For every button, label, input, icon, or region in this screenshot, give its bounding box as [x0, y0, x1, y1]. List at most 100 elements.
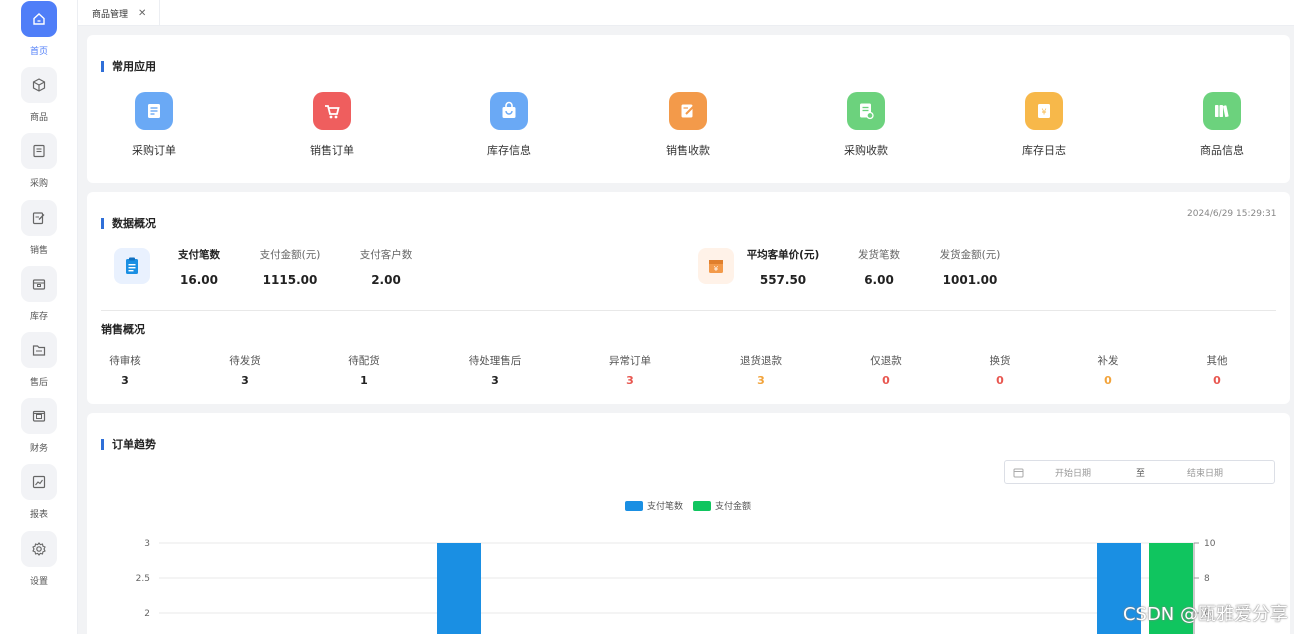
sidebar-item-label: 财务	[29, 444, 48, 455]
sidebar-item-label: 商品	[29, 113, 48, 124]
sales-stat-7[interactable]: 换货 0	[955, 353, 1045, 387]
calendar-icon	[1013, 468, 1024, 478]
books-icon	[1203, 92, 1241, 130]
overview-timestamp: 2024/6/29 15:29:31	[1187, 209, 1277, 219]
stat-left-2: 支付客户数 2.00	[326, 247, 446, 287]
sales-stat-1[interactable]: 待发货 3	[200, 353, 290, 387]
legend-swatch	[625, 501, 643, 511]
sales-title: 销售概况	[101, 323, 145, 336]
sidebar-item-7[interactable]: 报表	[0, 464, 78, 526]
sales-stat-5[interactable]: 退货退款 3	[716, 353, 806, 387]
y-left-tick-label: 2	[144, 609, 150, 619]
app-tile-6[interactable]: 商品信息	[1172, 92, 1272, 158]
sales-stat-value: 0	[1104, 374, 1112, 387]
tab-label: 商品管理	[92, 9, 129, 20]
app-tile-5[interactable]: ¥ 库存日志	[994, 92, 1094, 158]
legend-label: 支付笔数	[647, 500, 683, 512]
sales-stat-label: 补发	[1097, 355, 1119, 367]
close-icon[interactable]: ✕	[138, 8, 146, 19]
sales-stat-value: 3	[121, 374, 129, 387]
sales-stat-2[interactable]: 待配货 1	[319, 353, 409, 387]
sidebar-item-5[interactable]: 售后	[0, 332, 78, 394]
app-label: 销售收款	[666, 144, 710, 157]
sidebar-item-3[interactable]: 销售	[0, 199, 78, 262]
gear-icon	[21, 530, 57, 567]
app-tile-2[interactable]: 库存信息	[459, 92, 559, 158]
sidebar: 首页商品采购销售库存售后财务报表设置	[0, 0, 78, 634]
sidebar-item-label: 销售	[29, 245, 48, 256]
app-label: 采购收款	[844, 144, 888, 157]
sidebar-item-0[interactable]: 首页	[0, 1, 78, 63]
yen-log-icon: ¥	[1025, 92, 1063, 130]
purchase-order-icon	[135, 92, 173, 130]
sales-stat-0[interactable]: 待审核 3	[80, 353, 170, 387]
y-right-tick-label: 8	[1204, 574, 1210, 584]
sales-stat-4[interactable]: 异常订单 3	[585, 353, 675, 387]
sales-stat-value: 0	[996, 374, 1004, 387]
sales-stat-3[interactable]: 待处理售后 3	[450, 353, 540, 387]
sidebar-item-2[interactable]: 采购	[0, 133, 78, 195]
date-range-picker[interactable]: 开始日期 至 结束日期	[1004, 460, 1275, 484]
bar	[437, 543, 481, 634]
sales-stat-label: 待审核	[109, 355, 141, 367]
app-label: 库存日志	[1022, 144, 1066, 157]
app-tile-3[interactable]: 销售收款	[638, 92, 738, 158]
app-label: 商品信息	[1200, 144, 1244, 157]
app-tile-4[interactable]: 采购收款	[816, 92, 916, 158]
sales-stat-label: 换货	[989, 355, 1011, 367]
order-trend-chart: 支付笔数 支付金额32.521086	[136, 500, 1216, 634]
sales-stat-value: 3	[757, 374, 765, 387]
overview-divider	[101, 310, 1276, 311]
sales-stat-9[interactable]: 其他 0	[1172, 353, 1262, 387]
sales-stat-8[interactable]: 补发 0	[1063, 353, 1153, 387]
trend-title: 订单趋势	[101, 439, 156, 450]
receipt-icon	[847, 92, 885, 130]
sales-stat-value: 3	[626, 374, 634, 387]
stat-label: 支付客户数	[359, 249, 413, 261]
sidebar-item-label: 报表	[29, 510, 48, 521]
sales-stat-label: 异常订单	[609, 355, 651, 367]
stat-right-2: 发货金额(元) 1001.00	[910, 247, 1030, 287]
stat-value: 1001.00	[942, 273, 998, 287]
report-icon	[21, 464, 57, 501]
document-icon	[21, 133, 57, 170]
box-icon	[21, 265, 57, 302]
safe-icon	[21, 398, 57, 435]
common-apps-card: 常用应用 采购订单 销售订单 库存信息 销售收款 采购收款 ¥ 库存日志 商品信息	[87, 35, 1290, 183]
end-date-input[interactable]: 结束日期	[1187, 466, 1223, 479]
start-date-input[interactable]: 开始日期	[1055, 466, 1091, 479]
app-label: 销售订单	[310, 144, 354, 157]
app-label: 采购订单	[132, 144, 176, 157]
svg-text:¥: ¥	[1041, 108, 1046, 117]
edit-icon	[21, 199, 57, 236]
overview-card: 数据概况 2024/6/29 15:29:31 支付笔数 16.00 支付金额(元)…	[87, 192, 1290, 404]
sales-stat-6[interactable]: 仅退款 0	[841, 353, 931, 387]
sidebar-item-label: 库存	[29, 311, 48, 322]
sales-stat-label: 待发货	[229, 355, 261, 367]
sales-stat-value: 0	[882, 374, 890, 387]
pen-icon	[669, 92, 707, 130]
watermark: CSDN @瓯雅爱分享	[1122, 604, 1288, 625]
sidebar-item-8[interactable]: 设置	[0, 530, 78, 593]
app-tile-0[interactable]: 采购订单	[104, 92, 204, 158]
tab-product-management[interactable]: 商品管理 ✕	[84, 0, 160, 26]
folder-icon	[21, 332, 57, 368]
sales-stat-label: 仅退款	[870, 355, 902, 367]
sidebar-item-6[interactable]: 财务	[0, 398, 78, 460]
y-right-tick-label: 10	[1204, 539, 1216, 549]
app-tile-1[interactable]: 销售订单	[282, 92, 382, 158]
common-apps-title: 常用应用	[101, 61, 156, 72]
sidebar-item-label: 设置	[29, 576, 48, 587]
cube-icon	[21, 67, 57, 104]
sidebar-item-1[interactable]: 商品	[0, 67, 78, 129]
sales-stat-label: 待处理售后	[468, 355, 522, 367]
legend-swatch	[693, 501, 711, 511]
legend-label: 支付金额	[715, 500, 751, 512]
sidebar-item-4[interactable]: 库存	[0, 265, 78, 328]
cart-icon	[313, 92, 351, 130]
bag-icon	[490, 92, 528, 130]
home-icon	[21, 1, 57, 37]
y-left-tick-label: 3	[144, 539, 150, 549]
sales-stat-value: 3	[241, 374, 249, 387]
sales-stat-label: 退货退款	[740, 355, 782, 367]
